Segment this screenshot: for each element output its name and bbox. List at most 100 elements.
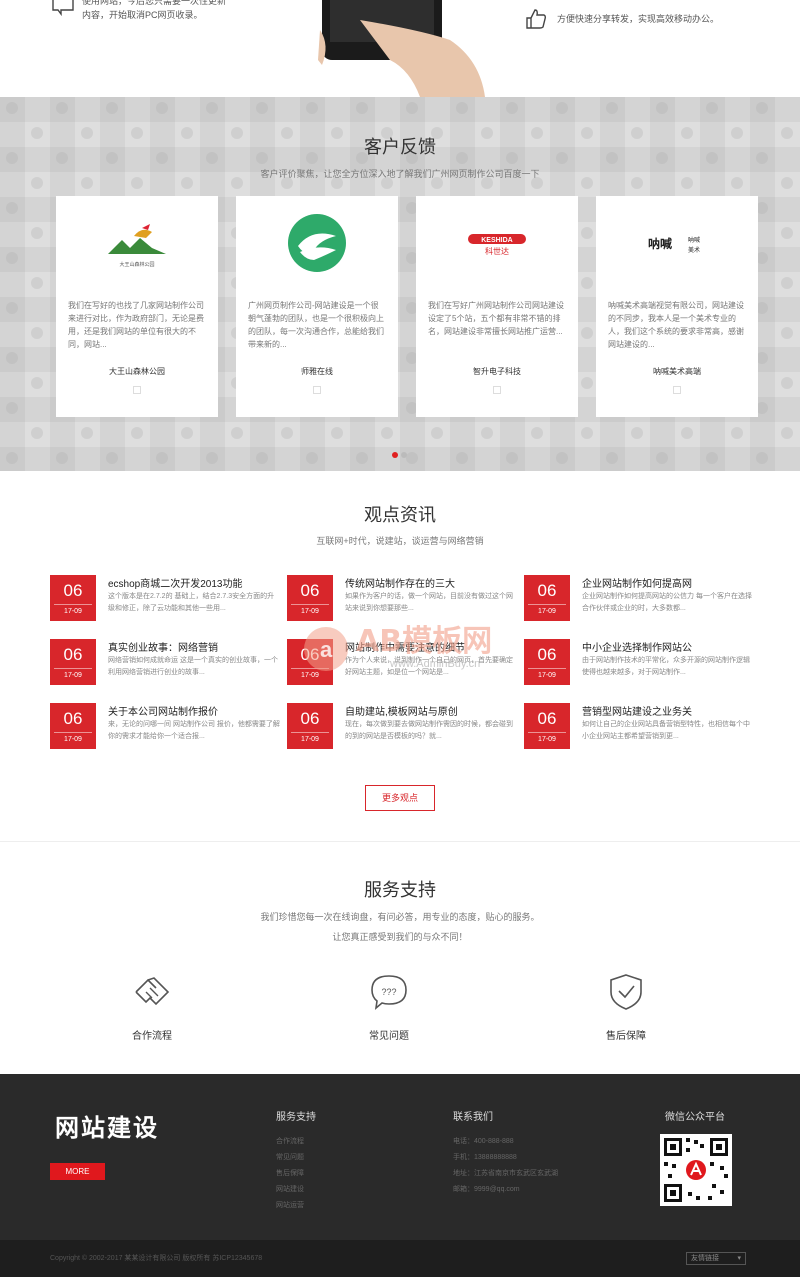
- footer-link[interactable]: 售后保障: [276, 1166, 304, 1182]
- service-label: 常见问题: [369, 1031, 409, 1042]
- news-date-badge: 06 17-09: [50, 703, 96, 749]
- footer-wechat-title: 微信公众平台: [665, 1112, 725, 1123]
- news-title-link[interactable]: 传统网站制作存在的三大: [345, 575, 455, 590]
- service-label: 合作流程: [132, 1031, 172, 1042]
- news-title-link[interactable]: 中小企业选择制作网站公: [582, 639, 692, 654]
- chevron-down-icon: ▾: [737, 1255, 741, 1262]
- features-section: 使用网站，今后您只需要一次性更新 内容，开始取消PC网页收录。 方便快速分享转发…: [0, 0, 800, 97]
- svg-text:大王山森林公园: 大王山森林公园: [119, 261, 154, 268]
- service-subtitle-2: 让您真正感受到我们的与众不同！: [332, 932, 468, 942]
- feedback-card-1[interactable]: 大王山森林公园 我们在写好的也找了几家网站制作公司来进行对比，作为政府部门，无论…: [56, 196, 218, 417]
- news-day: 06: [537, 581, 557, 600]
- page: 使用网站，今后您只需要一次性更新 内容，开始取消PC网页收录。 方便快速分享转发…: [0, 0, 800, 1277]
- news-desc: 这个版本是在2.7.2的 基础上，结合2.7.3安全方面的升级和修正，除了云功能…: [108, 593, 275, 612]
- feature-left-line1: 使用网站，今后您只需要一次性更新: [82, 0, 227, 6]
- news-day: 06: [537, 709, 557, 728]
- news-item[interactable]: 06 17-09 传统网站制作存在的三大如果作为客户的话，做一个网站，目前没有做过这…: [287, 575, 517, 623]
- feature-right-text: 方便快速分享转发，实现高效移动办公。: [557, 14, 720, 24]
- handshake-icon: [135, 977, 170, 1006]
- service-subtitle-1: 我们珍惜您每一次在线询盘，有问必答，用专业的态度，贴心的服务。: [260, 912, 540, 922]
- svg-text:???: ???: [381, 987, 396, 997]
- feedback-text: 广州网页制作公司-网站建设是一个很朝气蓬勃的团队，也是一个很积极向上的团队，每一…: [248, 301, 384, 349]
- news-day: 06: [63, 645, 83, 664]
- footer-link[interactable]: 网站建设: [276, 1182, 304, 1198]
- feedback-card-4[interactable]: 呐喊 呐喊 美术 呐喊美术高端视觉有限公司，网站建设的不同步，我本人是一个美术专…: [596, 196, 758, 417]
- footer-link[interactable]: 合作流程: [276, 1134, 304, 1150]
- quote-icon: [133, 386, 141, 394]
- news-title-link[interactable]: 营销型网站建设之业务关: [582, 703, 692, 718]
- news-date-badge: 06 17-09: [50, 639, 96, 685]
- quote-icon: [493, 386, 501, 394]
- news-desc: 如果作为客户的话，做一个网站，目前没有做过这个网站来说到你想要那些...: [345, 593, 513, 612]
- phone-hand-image: [318, 0, 485, 97]
- news-desc: 网络营销如何成就命运 这是一个真实的创业故事，一个利用网络营销进行创业的故事..…: [108, 657, 278, 676]
- feedback-title: 客户反馈: [364, 137, 436, 157]
- friend-links-select[interactable]: 友情链接 ▾: [686, 1252, 746, 1265]
- service-item-process[interactable]: 合作流程: [92, 972, 212, 1042]
- news-day: 06: [63, 709, 83, 728]
- news-title-link[interactable]: 网站制作中需要注意的细节: [345, 639, 465, 654]
- footer-link[interactable]: 网站运营: [276, 1198, 304, 1214]
- news-day: 06: [63, 581, 83, 600]
- news-day: 06: [300, 581, 320, 600]
- carousel-dot-2[interactable]: [401, 452, 407, 458]
- nahan-logo: 呐喊 呐喊 美术: [648, 236, 700, 254]
- news-item[interactable]: 06 17-09 网站制作中需要注意的细节 作为个人来说，说到制作一个自己的网页，首先…: [287, 639, 517, 687]
- contact-phone: 电话：400-888-888: [453, 1138, 514, 1145]
- quote-icon: [673, 386, 681, 394]
- feedback-client-name: 智升电子科技: [473, 367, 521, 376]
- feedback-card-3[interactable]: KESHIDA 科世达 我们在写好广州网站制作公司网站建设设定了5个站，五个都有…: [416, 196, 578, 417]
- news-title-link[interactable]: 真实创业故事：网络营销: [108, 639, 218, 654]
- select-value: 友情链接: [691, 1255, 719, 1262]
- feedback-text: 呐喊美术高端视觉有限公司，网站建设的不同步，我本人是一个美术专业的人，我们这个系…: [608, 301, 744, 349]
- news-date-badge: 06 17-09: [287, 575, 333, 621]
- more-views-button[interactable]: 更多观点: [365, 785, 435, 811]
- footer-service-title: 服务支持: [276, 1112, 316, 1123]
- keshida-logo: KESHIDA 科世达: [468, 234, 526, 256]
- news-month: 17-09: [528, 604, 566, 617]
- footer-more-button[interactable]: MORE: [50, 1163, 105, 1180]
- news-item[interactable]: 06 17-09 营销型网站建设之业务关 如何让自己的企业网站具备营销型特性，也相信每…: [524, 703, 754, 751]
- feedback-client-name: 大王山森林公园: [109, 367, 165, 376]
- footer-link[interactable]: 常见问题: [276, 1150, 304, 1166]
- news-date-badge: 06 17-09: [50, 575, 96, 621]
- footer: 网站建设 MORE 服务支持 合作流程 常见问题 售后保障 网站建设 网站运营 …: [0, 1074, 800, 1240]
- footer-contact-lines: 电话：400-888-888 手机：13888888888 地址：江苏省南京市玄…: [453, 1134, 558, 1198]
- news-date-badge: 06 17-09: [524, 703, 570, 749]
- shiya-logo: [288, 214, 346, 272]
- news-title-link[interactable]: 企业网站制作如何提高网: [582, 575, 692, 590]
- news-month: 17-09: [291, 604, 329, 617]
- news-desc: 现在，每次做到要去做网站制作需因的时候，都会碰到的到的网站是否模板的吗？就...: [345, 721, 513, 740]
- feedback-card-2[interactable]: 广州网页制作公司-网站建设是一个很朝气蓬勃的团队，也是一个很积极向上的团队，每一…: [236, 196, 398, 417]
- news-day: 06: [300, 709, 320, 728]
- news-item[interactable]: 06 17-09 ecshop商城二次开发2013功能这个版本是在2.7.2的 基础…: [50, 575, 280, 623]
- service-item-aftersales[interactable]: 售后保障: [566, 972, 686, 1042]
- footer-service-links: 合作流程 常见问题 售后保障 网站建设 网站运营: [276, 1134, 304, 1214]
- news-date-badge: 06 17-09: [524, 575, 570, 621]
- news-title: 观点资讯: [364, 505, 436, 525]
- news-item[interactable]: 06 17-09 企业网站制作如何提高网企业网站制作如何提高网站的公信力 每一个客户…: [524, 575, 754, 623]
- svg-text:KESHIDA: KESHIDA: [481, 237, 513, 244]
- news-title-link[interactable]: 自助建站,模板网站与原创: [345, 703, 458, 718]
- news-title-link[interactable]: 关于本公司网站制作报价: [108, 703, 218, 718]
- news-item[interactable]: 06 17-09 中小企业选择制作网站公 由于网站制作技术的平常化，众多开源的网站制作…: [524, 639, 754, 687]
- news-item[interactable]: 06 17-09 关于本公司网站制作报价来，无论的问哪一间 网站制作公司 报价，他都…: [50, 703, 280, 751]
- news-desc: 企业网站制作如何提高网站的公信力 每一个客户在选择合作伙伴或企业的时，大多数都.…: [582, 593, 752, 612]
- carousel-dots: [392, 445, 410, 463]
- contact-address: 地址：江苏省南京市玄武区玄武湖: [453, 1170, 558, 1177]
- contact-email: 邮箱：9999@qq.com: [453, 1186, 520, 1193]
- news-date-badge: 06 17-09: [287, 639, 333, 685]
- feature-left-text: 使用网站，今后您只需要一次性更新 内容，开始取消PC网页收录。: [82, 0, 226, 22]
- feedback-subtitle: 客户评价聚焦，让您全方位深入地了解我们广州网页制作公司百度一下: [260, 169, 540, 179]
- carousel-dot-1[interactable]: [392, 452, 398, 458]
- news-desc: 来，无论的问哪一间 网站制作公司 报价，他都需要了解你的需求才能给你一个适合报.…: [108, 721, 280, 740]
- feedback-client-name: 呐喊美术高端: [653, 367, 701, 376]
- service-item-faq[interactable]: ??? 常见问题: [329, 972, 449, 1042]
- copyright-bar: Copyright © 2002-2017 某某设计有限公司 版权所有 苏ICP…: [0, 1240, 800, 1277]
- news-item[interactable]: 06 17-09 自助建站,模板网站与原创 现在，每次做到要去做网站制作需因的时候，都…: [287, 703, 517, 751]
- feedback-text: 我们在写好广州网站制作公司网站建设设定了5个站，五个都有非常不错的排名，网站建设…: [428, 301, 564, 336]
- service-label: 售后保障: [606, 1031, 646, 1042]
- news-item[interactable]: 06 17-09 真实创业故事：网络营销网络营销如何成就命运 这是一个真实的创业故事…: [50, 639, 280, 687]
- news-title-link[interactable]: ecshop商城二次开发2013功能: [108, 575, 243, 590]
- svg-text:美术: 美术: [688, 246, 700, 254]
